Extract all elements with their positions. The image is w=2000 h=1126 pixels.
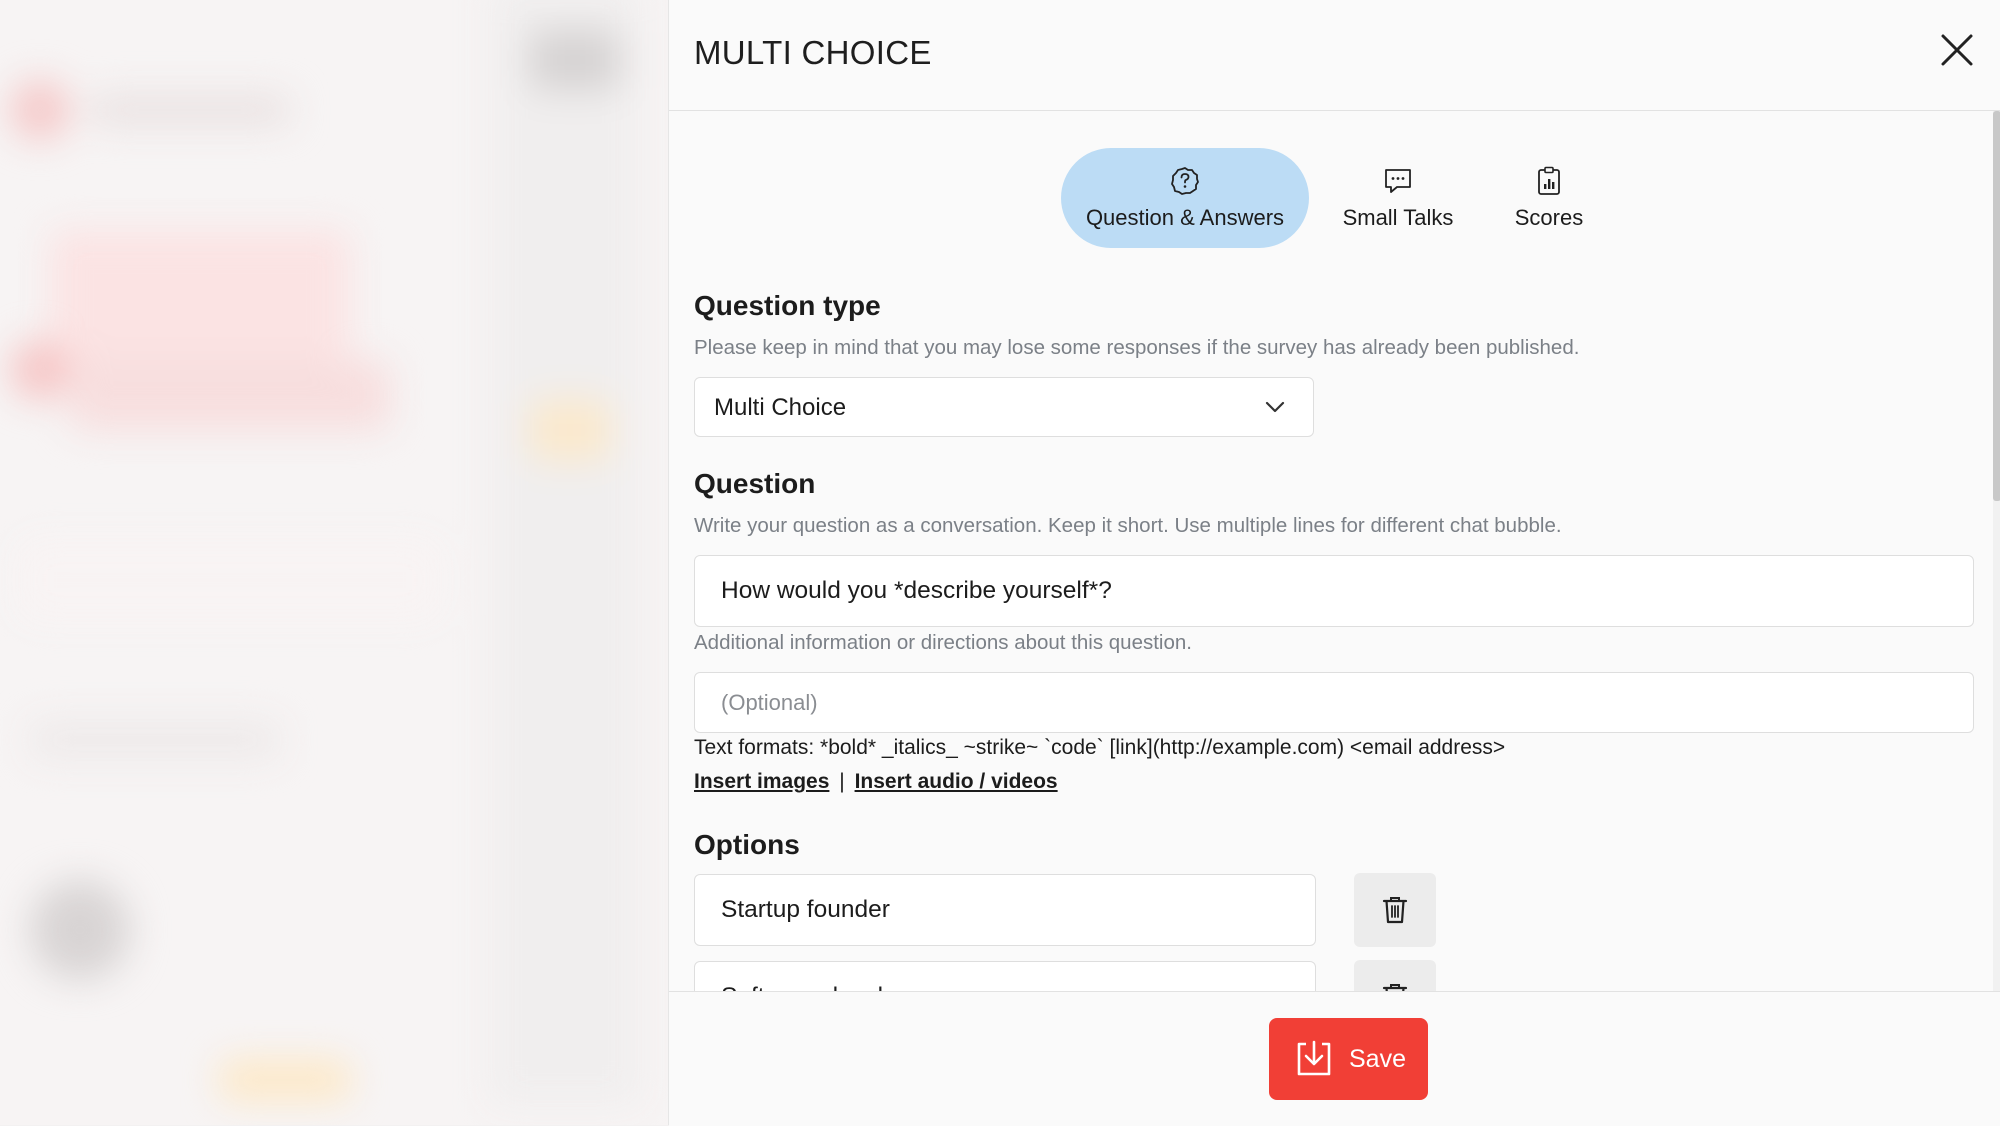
- editor-tabs: Question & Answers Small Talks Scores: [1061, 148, 1621, 248]
- content-scrollbar[interactable]: [1993, 111, 2000, 991]
- save-button[interactable]: Save: [1269, 1018, 1428, 1100]
- close-icon: [1941, 34, 1973, 66]
- question-type-hint: Please keep in mind that you may lose so…: [694, 336, 1580, 359]
- question-circle-icon: [1171, 167, 1199, 195]
- tab-scores[interactable]: Scores: [1489, 148, 1609, 248]
- chat-bubble-icon: [1385, 169, 1411, 193]
- question-editor-drawer: MULTI CHOICE Question & Answers Small Ta…: [668, 0, 2000, 1126]
- option-input[interactable]: [694, 961, 1316, 991]
- tab-small-talks-label: Small Talks: [1342, 205, 1454, 230]
- clipboard-chart-icon: [1538, 166, 1560, 195]
- question-heading: Question: [694, 468, 816, 499]
- drawer-content: Question & Answers Small Talks Scores Qu…: [669, 111, 2000, 991]
- tab-question-answers[interactable]: Question & Answers: [1061, 148, 1309, 248]
- insert-media-link[interactable]: Insert audio / videos: [855, 770, 1058, 793]
- question-type-heading: Question type: [694, 290, 881, 321]
- drawer-header: MULTI CHOICE: [669, 0, 2000, 111]
- save-download-icon: [1297, 1040, 1331, 1076]
- drawer-footer: Save: [669, 991, 2000, 1126]
- insert-links: Insert images | Insert audio / videos: [694, 770, 1058, 794]
- trash-icon: [1382, 984, 1408, 991]
- question-type-value: Multi Choice: [714, 394, 847, 421]
- tab-small-talks[interactable]: Small Talks: [1323, 148, 1473, 248]
- tab-scores-label: Scores: [1514, 205, 1584, 230]
- insert-images-link[interactable]: Insert images: [694, 770, 829, 793]
- close-button[interactable]: [1937, 30, 1977, 70]
- chevron-down-icon: [1265, 401, 1285, 413]
- text-formats-help: Text formats: *bold* _italics_ ~strike~ …: [694, 736, 1506, 759]
- options-heading: Options: [694, 829, 800, 860]
- tab-question-answers-label: Question & Answers: [1085, 205, 1285, 230]
- background-app: [0, 0, 670, 1125]
- additional-info-hint: Additional information or directions abo…: [694, 631, 1192, 654]
- question-input[interactable]: [694, 555, 1974, 627]
- additional-info-input[interactable]: [694, 672, 1974, 733]
- scrollbar-thumb[interactable]: [1993, 111, 2000, 501]
- trash-icon: [1382, 897, 1408, 924]
- option-input[interactable]: [694, 874, 1316, 946]
- question-type-select[interactable]: Multi Choice: [694, 377, 1314, 437]
- delete-option-button[interactable]: [1354, 873, 1436, 947]
- links-separator: |: [839, 770, 845, 793]
- delete-option-button[interactable]: [1354, 960, 1436, 991]
- save-button-label: Save: [1349, 1044, 1406, 1073]
- drawer-title: MULTI CHOICE: [694, 34, 932, 71]
- question-hint: Write your question as a conversation. K…: [694, 514, 1562, 537]
